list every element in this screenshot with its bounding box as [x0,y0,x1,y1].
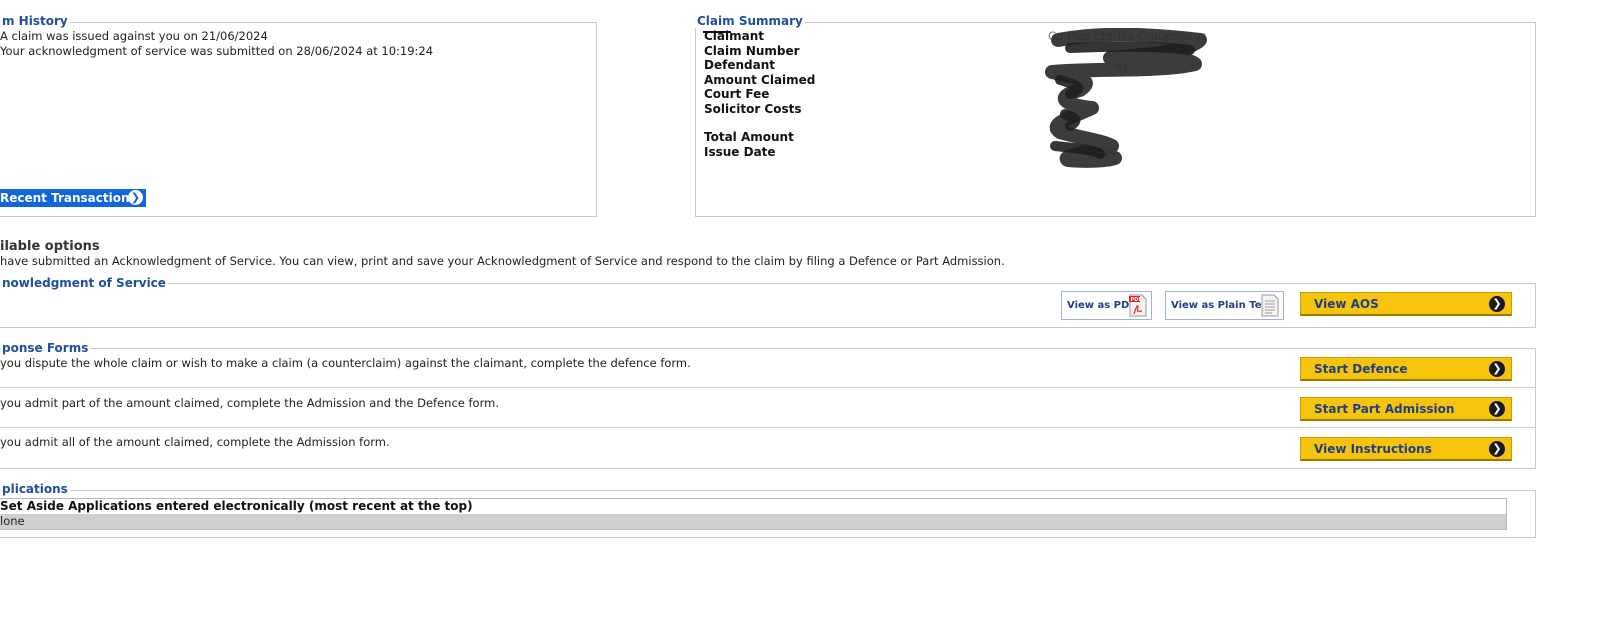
start-part-admission-label: Start Part Admission [1314,402,1455,416]
response-row-divider [0,387,1536,388]
applications-table-header: Set Aside Applications entered electroni… [0,499,473,513]
view-as-pdf-button[interactable]: View as PDF PDF [1061,291,1152,320]
solicitor-costs-label: Solicitor Costs [704,102,802,116]
amount-claimed-label: Amount Claimed [704,73,816,87]
claim-number-label: Claim Number [704,44,800,58]
chevron-right-icon: ❯ [1489,401,1505,417]
available-options-description: have submitted an Acknowledgment of Serv… [0,254,1005,268]
response-row-divider [0,427,1536,428]
view-aos-button[interactable]: View AOS ❯ [1300,292,1512,316]
start-defence-button[interactable]: Start Defence ❯ [1300,357,1512,381]
chevron-right-icon: ❯ [1489,361,1505,377]
text-document-icon [1261,294,1279,317]
court-fee-label: Court Fee [704,87,770,101]
claimant-label: Claimant [704,29,765,43]
view-aos-label: View AOS [1314,297,1379,311]
recent-transactions-label: Recent Transactions [0,191,137,205]
response-row-part-admission-text: you admit part of the amount claimed, co… [0,396,499,410]
start-part-admission-button[interactable]: Start Part Admission ❯ [1300,397,1512,421]
aos-legend: nowledgment of Service [0,276,168,290]
applications-legend: plications [0,482,70,496]
chevron-right-icon: ❯ [128,190,143,205]
response-row-defence-text: you dispute the whole claim or wish to m… [0,356,691,370]
claim-summary-legend: Claim Summary [695,14,805,28]
applications-row-value: lone [0,514,25,528]
claim-history-line-aos: Your acknowledgment of service was submi… [0,44,434,58]
total-amount-label: Total Amount [704,130,794,144]
applications-table-row [0,514,1506,529]
defendant-label: Defendant [704,58,775,72]
view-instructions-label: View Instructions [1314,442,1432,456]
response-forms-legend: ponse Forms [0,341,91,355]
claim-history-legend: m History [0,14,70,28]
issue-date-label: Issue Date [704,145,776,159]
pdf-document-icon: PDF [1129,294,1147,317]
recent-transactions-button[interactable]: Recent Transactions ❯ [0,189,146,207]
available-options-heading: ilable options [0,239,100,254]
svg-text:PDF: PDF [1131,297,1142,303]
start-defence-label: Start Defence [1314,362,1408,376]
chevron-right-icon: ❯ [1489,441,1505,457]
redaction-scribble [1045,28,1207,168]
claim-history-line-issued: A claim was issued against you on 21/06/… [0,29,268,43]
view-instructions-button[interactable]: View Instructions ❯ [1300,437,1512,461]
chevron-right-icon: ❯ [1489,296,1505,312]
view-as-pdf-label: View as PDF [1067,300,1137,311]
view-as-plain-text-label: View as Plain Text [1171,300,1273,311]
response-row-admission-text: you admit all of the amount claimed, com… [0,435,390,449]
view-as-plain-text-button[interactable]: View as Plain Text [1165,291,1284,320]
